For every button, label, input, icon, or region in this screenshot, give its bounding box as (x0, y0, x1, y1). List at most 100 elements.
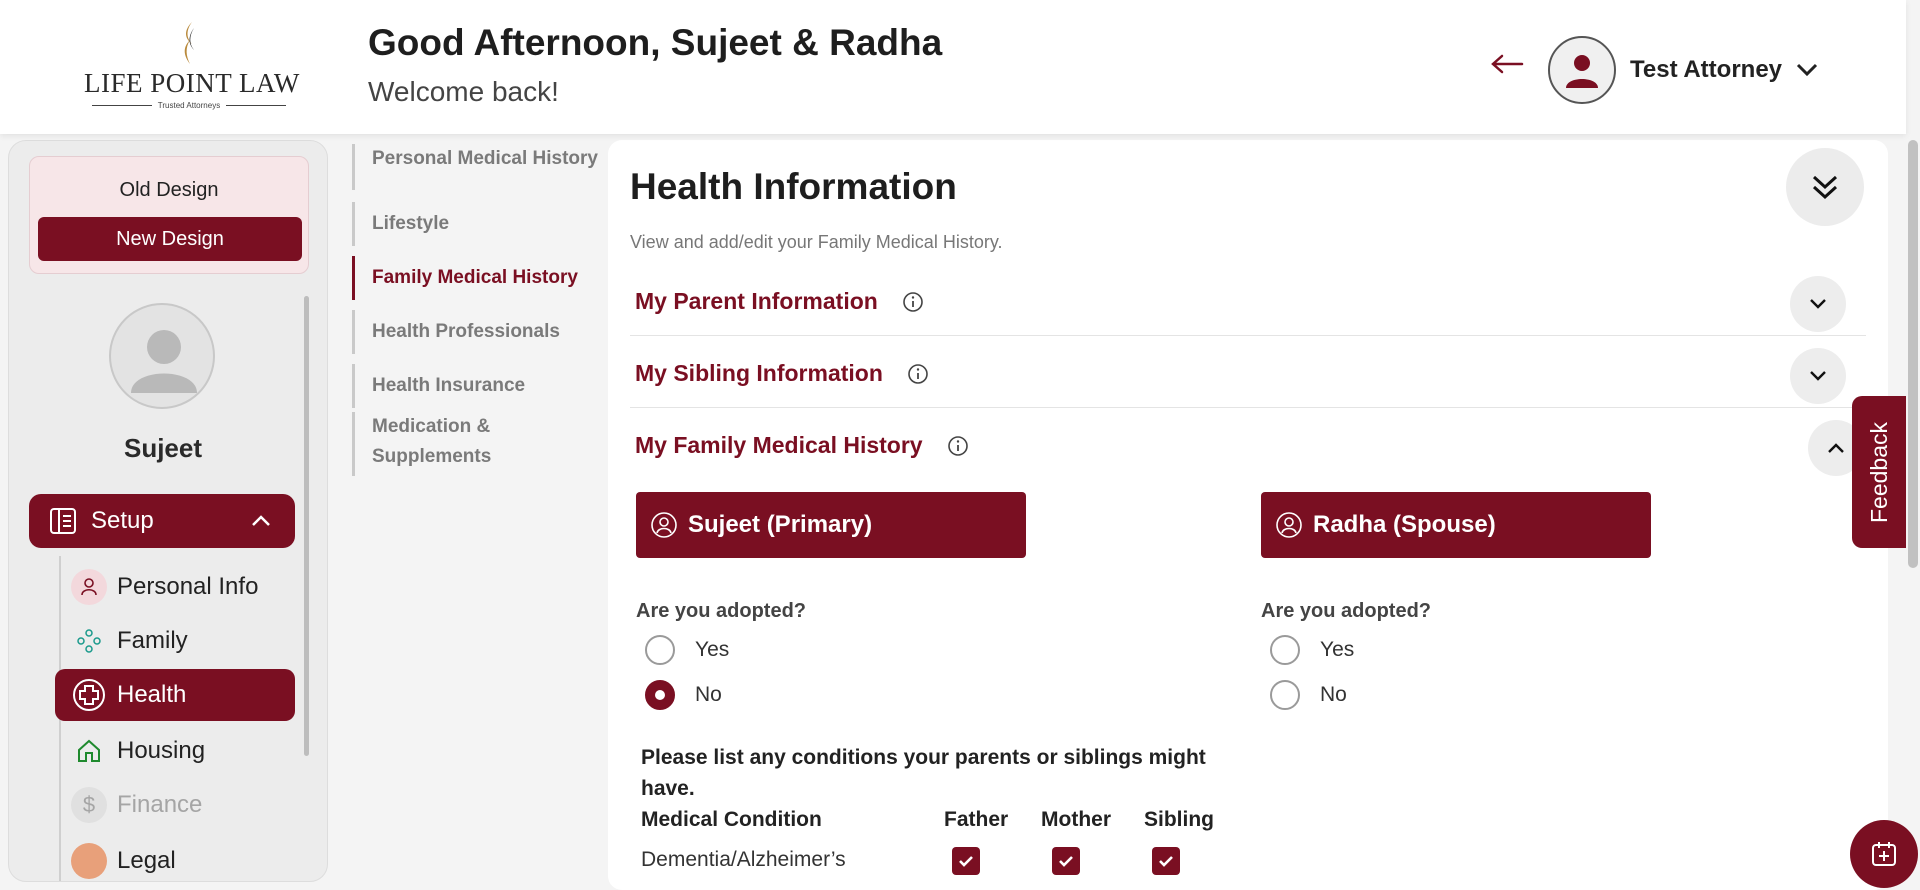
column-header-sibling: Sibling (1144, 808, 1214, 831)
page-title: Health Information (630, 166, 957, 207)
radio-label: Yes (695, 638, 730, 661)
section-title-text: My Parent Information (635, 288, 878, 314)
person-name: Sujeet (Primary) (688, 511, 873, 538)
section-family-medical-history[interactable]: My Family Medical History (630, 410, 1866, 480)
adopted-no-spouse[interactable]: No (1270, 679, 1347, 711)
mother-checkbox[interactable] (1052, 847, 1080, 875)
info-icon[interactable] (907, 363, 929, 385)
legal-icon (71, 843, 107, 879)
sibling-checkbox[interactable] (1152, 847, 1180, 875)
logo-mark-icon (184, 22, 194, 64)
calendar-plus-icon (1872, 842, 1896, 866)
column-header-mother: Mother (1041, 808, 1111, 831)
double-chevron-down-icon (1812, 175, 1838, 200)
section-title: My Family Medical History (635, 432, 969, 459)
profile-name: Sujeet (123, 433, 203, 463)
chevron-up-icon (252, 515, 270, 526)
section-title-text: My Sibling Information (635, 360, 883, 386)
collapse-all-button[interactable] (1786, 148, 1864, 226)
sidebar-item-finance[interactable]: $ Finance (55, 779, 295, 831)
check-icon (1159, 856, 1173, 867)
column-header-condition: Medical Condition (641, 808, 822, 831)
section-title: My Parent Information (635, 288, 924, 315)
sidebar-item-health[interactable]: Health (55, 669, 295, 721)
health-information-card: Health Information View and add/edit you… (608, 140, 1888, 890)
new-design-button[interactable]: New Design (38, 217, 302, 261)
user-avatar (1548, 36, 1616, 104)
app-header: LIFE POINT LAW Trusted Attorneys Good Af… (0, 0, 1906, 134)
sidebar-item-family[interactable]: Family (55, 615, 295, 667)
section-title-text: My Family Medical History (635, 432, 923, 458)
user-avatar-icon (1566, 55, 1598, 88)
radio-label: No (695, 683, 722, 706)
father-checkbox[interactable] (952, 847, 980, 875)
subnav-personal-medical-history[interactable]: Personal Medical History (352, 144, 602, 190)
sidebar-item-personal-info[interactable]: Personal Info (55, 561, 295, 613)
user-circle-icon (651, 512, 677, 538)
family-icon (71, 623, 107, 659)
subnav-family-medical-history[interactable]: Family Medical History (352, 256, 602, 300)
setup-button[interactable]: Setup (29, 494, 295, 548)
sidebar-item-legal[interactable]: Legal (55, 835, 295, 881)
profile-placeholder-icon (131, 330, 197, 393)
dollar-icon: $ (71, 787, 107, 823)
radio-button[interactable] (1270, 635, 1300, 665)
old-design-button[interactable]: Old Design (30, 179, 308, 202)
person-icon (71, 569, 107, 605)
chevron-up-icon (1828, 443, 1844, 453)
subnav-health-insurance[interactable]: Health Insurance (352, 364, 602, 408)
back-arrow-icon[interactable] (1490, 52, 1524, 76)
sidebar: Old Design New Design Sujeet Setup Perso… (8, 140, 328, 882)
sidebar-item-label: Legal (117, 847, 176, 874)
expand-parent-button[interactable] (1790, 276, 1846, 332)
dollar-glyph: $ (82, 792, 96, 817)
logo-tagline: Trusted Attorneys (84, 101, 294, 110)
sidebar-item-label: Family (117, 627, 188, 654)
conditions-question: Please list any conditions your parents … (641, 746, 1206, 800)
adopted-question-spouse: Are you adopted? (1261, 600, 1432, 622)
design-toggle: Old Design New Design (29, 156, 309, 274)
adopted-yes-primary[interactable]: Yes (645, 634, 729, 666)
calendar-add-button[interactable] (1850, 820, 1918, 888)
check-icon (1059, 856, 1073, 867)
sidebar-item-label: Health (117, 681, 187, 708)
page-subtitle: View and add/edit your Family Medical Hi… (630, 232, 1003, 252)
radio-button-checked[interactable] (645, 680, 675, 710)
setup-label: Setup (91, 507, 154, 534)
sidebar-item-label: Personal Info (117, 573, 259, 600)
radio-label: Yes (1320, 638, 1355, 661)
column-header-father: Father (944, 808, 1009, 831)
logo[interactable]: LIFE POINT LAW Trusted Attorneys (84, 20, 299, 110)
radio-button[interactable] (645, 635, 675, 665)
subnav-medication-supplements[interactable]: Medication & Supplements (352, 412, 542, 476)
page-scrollbar[interactable] (1908, 140, 1918, 568)
section-parent-information[interactable]: My Parent Information (630, 266, 1866, 336)
condition-name: Dementia/Alzheimer’s (641, 848, 846, 871)
profile-avatar[interactable] (109, 303, 215, 409)
sidebar-item-housing[interactable]: Housing (55, 725, 295, 777)
sidebar-item-label: Housing (117, 737, 206, 764)
info-icon[interactable] (902, 291, 924, 313)
person-header-spouse: Radha (Spouse) (1261, 492, 1651, 558)
user-name: Test Attorney (1630, 56, 1783, 83)
section-sibling-information[interactable]: My Sibling Information (630, 338, 1866, 408)
adopted-yes-spouse[interactable]: Yes (1270, 634, 1354, 666)
feedback-tab[interactable]: Feedback (1852, 396, 1906, 548)
adopted-no-primary[interactable]: No (645, 679, 722, 711)
subnav-lifestyle[interactable]: Lifestyle (352, 202, 602, 246)
person-name: Radha (Spouse) (1313, 511, 1496, 538)
greeting-title: Good Afternoon, Sujeet & Radha (368, 22, 943, 63)
radio-label: No (1320, 683, 1347, 706)
user-menu[interactable]: Test Attorney (1548, 36, 1818, 104)
chevron-down-icon (1796, 63, 1818, 77)
setup-icon (50, 508, 76, 534)
sidebar-scrollbar[interactable] (304, 296, 309, 756)
chevron-down-icon (1810, 299, 1826, 309)
feedback-label: Feedback (1865, 421, 1892, 523)
info-icon[interactable] (947, 435, 969, 457)
person-header-primary: Sujeet (Primary) (636, 492, 1026, 558)
adopted-question-primary: Are you adopted? (636, 600, 807, 622)
subnav-health-professionals[interactable]: Health Professionals (352, 310, 602, 354)
radio-button[interactable] (1270, 680, 1300, 710)
expand-sibling-button[interactable] (1790, 348, 1846, 404)
